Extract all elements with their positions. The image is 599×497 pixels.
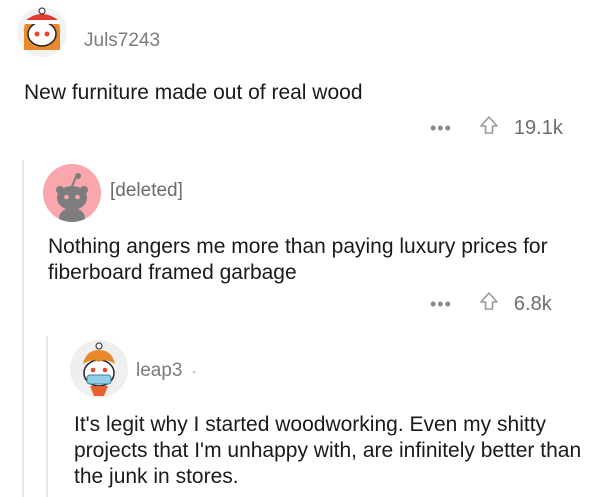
reply1-actions: ••• 6.8k bbox=[430, 290, 552, 318]
post-username[interactable]: Juls7243 bbox=[84, 30, 160, 52]
reply1-avatar[interactable] bbox=[43, 164, 101, 222]
reply1-username[interactable]: [deleted] bbox=[110, 180, 183, 202]
reply1-text: Nothing angers me more than paying luxur… bbox=[48, 235, 548, 284]
reply2-username-text[interactable]: leap3 bbox=[136, 360, 183, 381]
reply1-score: 6.8k bbox=[513, 292, 552, 315]
thread-line[interactable] bbox=[22, 160, 24, 497]
upvote-icon[interactable] bbox=[478, 290, 500, 318]
deleted-user-icon bbox=[43, 164, 101, 222]
snoo-avatar-icon bbox=[17, 7, 67, 57]
reply2-text: It's legit why I started woodworking. Ev… bbox=[74, 413, 582, 488]
more-options-button[interactable]: ••• bbox=[430, 118, 452, 139]
post-title: New furniture made out of real wood bbox=[24, 81, 363, 104]
upvote-icon[interactable] bbox=[478, 114, 500, 142]
reply2-username[interactable]: leap3 · bbox=[136, 360, 196, 382]
separator-dot: · bbox=[191, 363, 197, 379]
snoo-avatar-icon bbox=[70, 340, 128, 398]
post-avatar[interactable] bbox=[16, 6, 68, 58]
more-options-button[interactable]: ••• bbox=[430, 294, 452, 315]
post-score: 19.1k bbox=[513, 116, 563, 139]
post-actions: ••• 19.1k bbox=[430, 114, 563, 142]
reply2-avatar[interactable] bbox=[70, 340, 128, 398]
thread-line[interactable] bbox=[46, 336, 48, 497]
